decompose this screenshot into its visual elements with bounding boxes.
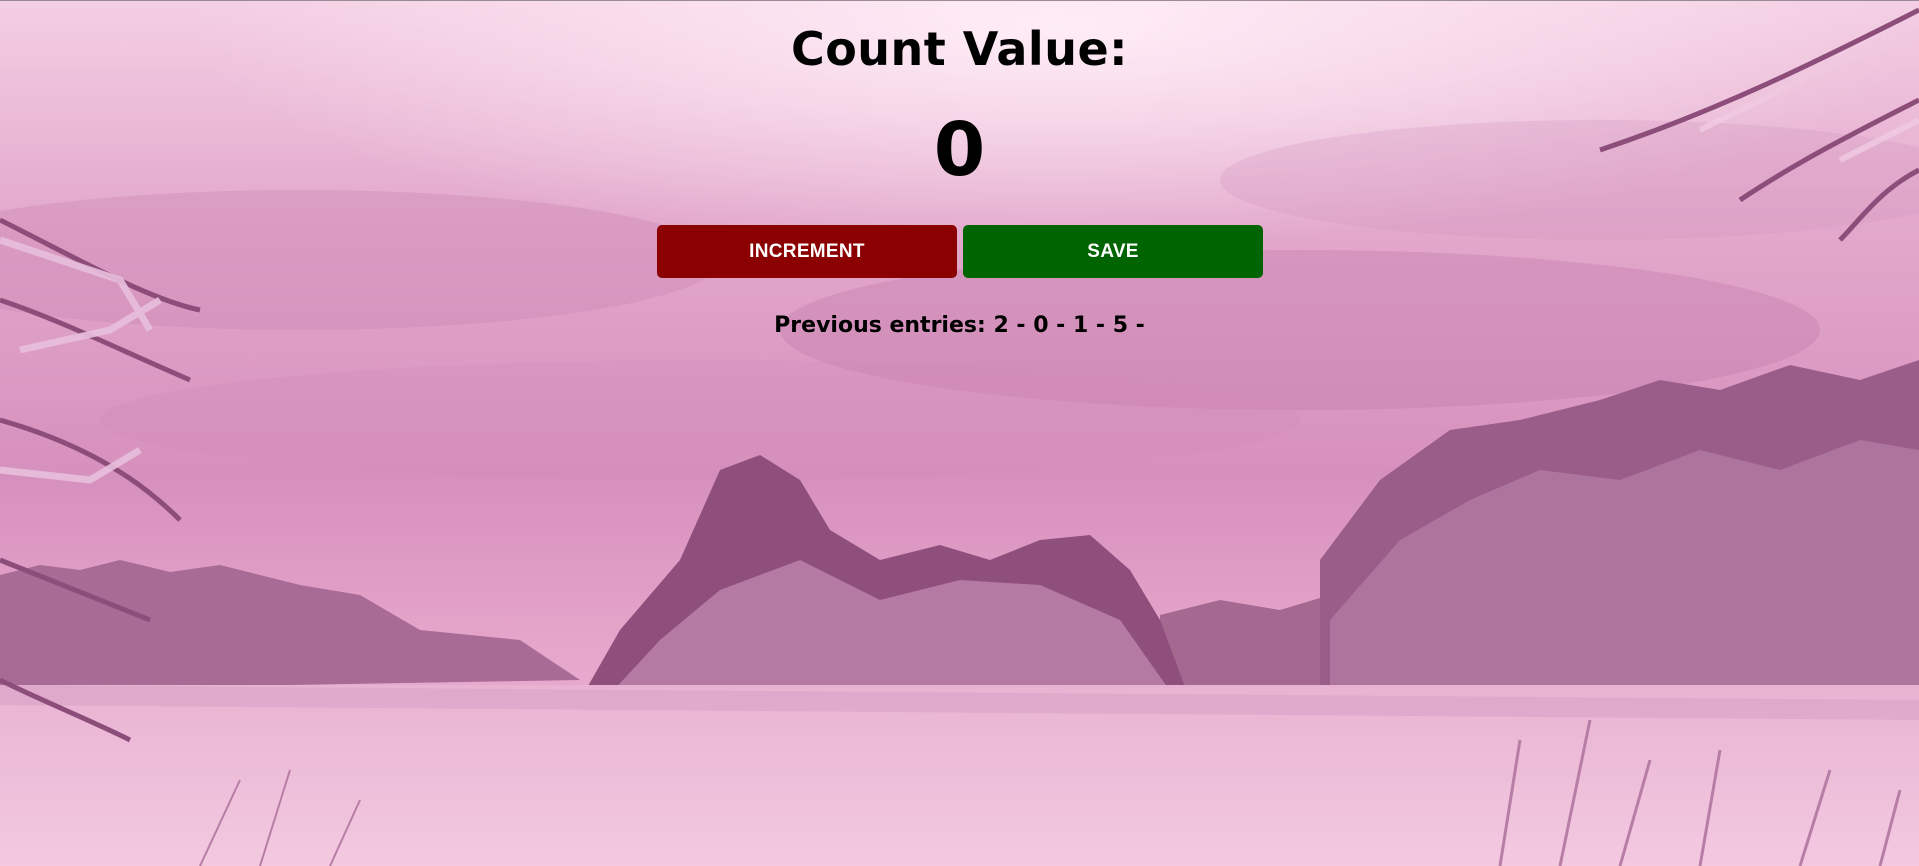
count-heading: Count Value: bbox=[790, 22, 1129, 76]
previous-entries: Previous entries: 2 - 0 - 1 - 5 - bbox=[774, 313, 1145, 338]
window-top-border bbox=[0, 0, 1919, 1]
count-value: 0 bbox=[933, 107, 986, 193]
save-button[interactable]: SAVE bbox=[963, 225, 1263, 278]
increment-button[interactable]: INCREMENT bbox=[657, 225, 957, 278]
